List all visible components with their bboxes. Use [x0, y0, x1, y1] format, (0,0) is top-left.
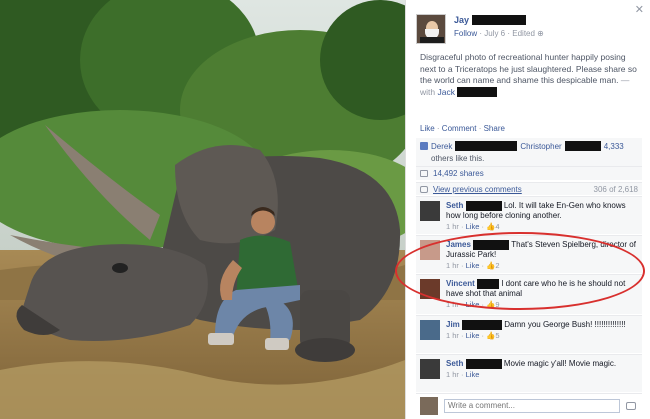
liker-2[interactable]: Christopher [520, 142, 561, 151]
post-photo[interactable] [0, 0, 405, 419]
thumbs-up-icon: 👍 [486, 331, 496, 341]
avatar[interactable] [420, 240, 440, 260]
shares-row[interactable]: 14,492 shares [416, 166, 642, 180]
post-actions: Like · Comment · Share [420, 124, 505, 133]
author-name[interactable]: Jay [454, 15, 469, 25]
redacted-name [462, 320, 503, 330]
comment-item: Seth Movie magic y'all! Movie magic. 1 h… [416, 354, 642, 392]
comment-like-button[interactable]: Like [466, 331, 480, 340]
likes-count[interactable]: 4,333 [604, 142, 624, 151]
redacted-name [457, 87, 498, 98]
camera-icon[interactable] [626, 401, 636, 410]
commenter-name[interactable]: Seth [446, 201, 463, 210]
comment-input[interactable] [444, 398, 620, 413]
view-previous-comments[interactable]: View previous comments [433, 185, 522, 194]
likes-suffix: others like this. [431, 153, 485, 163]
comment-like-count[interactable]: 2 [495, 261, 499, 270]
globe-icon: ⊕ [537, 29, 544, 38]
comment-text: Damn you George Bush! !!!!!!!!!!!!!! [504, 320, 626, 330]
tagged-user[interactable]: Jack [438, 87, 455, 97]
redacted-name [455, 141, 518, 151]
comment-like-count[interactable]: 5 [495, 331, 499, 340]
comment-text: Movie magic y'all! Movie magic. [503, 359, 617, 369]
liker-1[interactable]: Derek [431, 142, 452, 151]
comment-icon [420, 185, 428, 193]
like-button[interactable]: Like [420, 124, 435, 133]
post-sidebar: ✕ Jay Follow · July 6 · Edited ⊕ Disgrac… [405, 0, 650, 419]
thumbs-up-icon [420, 142, 428, 150]
redacted-name [465, 201, 502, 211]
redacted-name [564, 141, 601, 151]
avatar[interactable] [420, 279, 440, 299]
view-previous-row: View previous comments 306 of 2,618 [416, 182, 642, 195]
avatar[interactable] [420, 320, 440, 340]
avatar[interactable] [420, 201, 440, 221]
commenter-name[interactable]: Jim [446, 320, 460, 329]
comment-button[interactable]: Comment [442, 124, 477, 133]
likes-summary: Derek Christopher 4,333 others like this… [416, 138, 642, 168]
comment-like-button[interactable]: Like [466, 222, 480, 231]
comment-like-button[interactable]: Like [466, 261, 480, 270]
comment-item: James That's Steven Spielberg, director … [416, 235, 642, 273]
comment-like-button[interactable]: Like [466, 370, 480, 379]
commenter-name[interactable]: Seth [446, 359, 463, 368]
commenter-name[interactable]: James [446, 240, 471, 249]
comment-item: Jim Damn you George Bush! !!!!!!!!!!!!!!… [416, 315, 642, 353]
comment-like-count[interactable]: 9 [495, 300, 499, 309]
avatar[interactable] [420, 359, 440, 379]
post-body: Disgraceful photo of recreational hunter… [420, 52, 637, 85]
edited-label[interactable]: Edited [512, 29, 535, 38]
comments-count: 306 of 2,618 [593, 184, 638, 194]
author-avatar[interactable] [416, 14, 446, 44]
follow-button[interactable]: Follow [454, 29, 477, 38]
comment-item: Seth Lol. It will take En-Gen who knows … [416, 196, 642, 234]
redacted-name [473, 240, 510, 250]
thumbs-up-icon: 👍 [486, 222, 496, 232]
post-date[interactable]: July 6 [484, 29, 505, 38]
write-comment-row [416, 393, 642, 417]
redacted-name [465, 359, 502, 369]
close-icon[interactable]: ✕ [635, 3, 644, 16]
comment-like-button[interactable]: Like [466, 300, 480, 309]
comment-item: Vincent I dont care who he is he should … [416, 274, 642, 314]
redacted-name [472, 15, 527, 25]
share-button[interactable]: Share [484, 124, 505, 133]
redacted-name [476, 279, 499, 289]
share-icon [420, 170, 428, 177]
post-author: Jay Follow · July 6 · Edited ⊕ [416, 14, 544, 44]
comment-like-count[interactable]: 4 [495, 222, 499, 231]
shares-count[interactable]: 14,492 shares [433, 169, 484, 178]
avatar [420, 396, 438, 415]
commenter-name[interactable]: Vincent [446, 279, 475, 288]
thumbs-up-icon: 👍 [486, 261, 496, 271]
triceratops-photo [0, 0, 405, 419]
thumbs-up-icon: 👍 [486, 300, 496, 310]
post-text: Disgraceful photo of recreational hunter… [420, 52, 640, 98]
